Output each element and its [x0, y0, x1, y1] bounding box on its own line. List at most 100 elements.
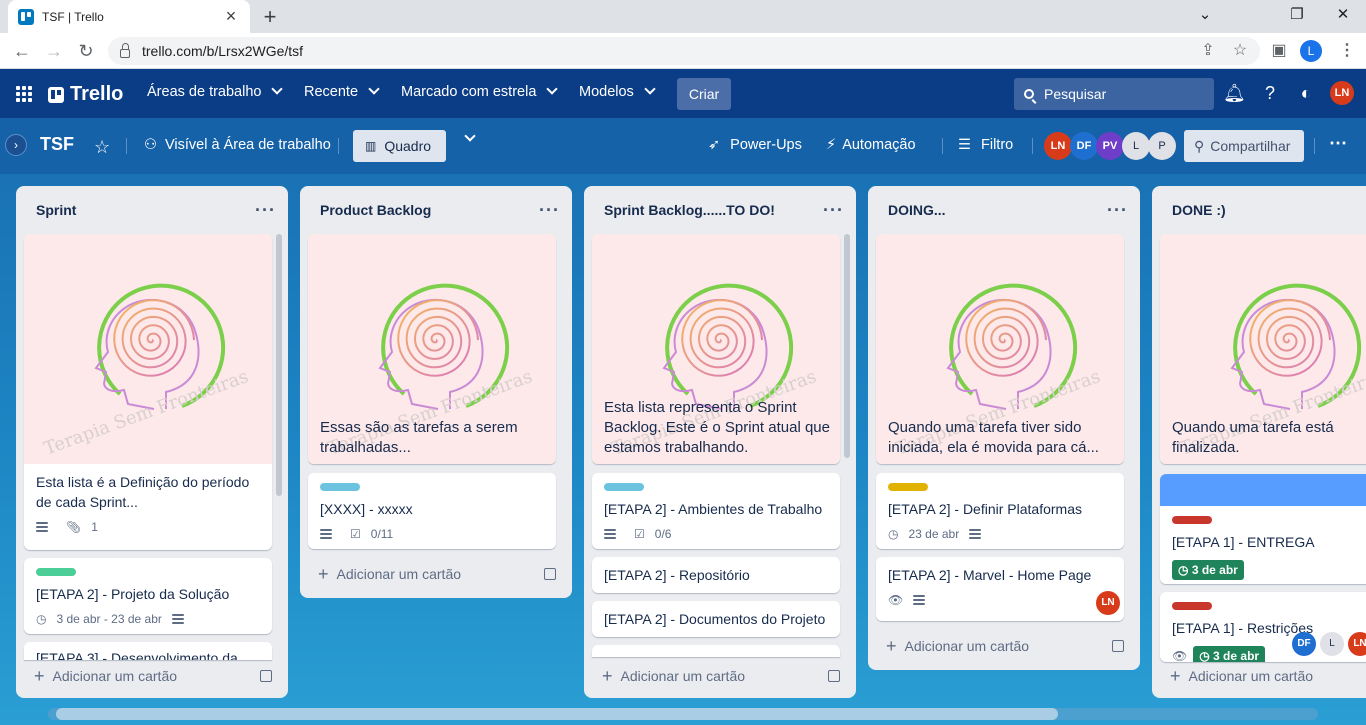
board-menu-icon[interactable]: ⋯ — [1329, 133, 1347, 154]
list-title[interactable]: Sprint — [36, 202, 76, 218]
browser-tab[interactable]: TSF | Trello × — [8, 0, 250, 33]
user-avatar[interactable]: LN — [1330, 81, 1354, 105]
view-label: Quadro — [384, 138, 432, 154]
member-avatar[interactable]: DF — [1070, 132, 1098, 160]
card-color-cover — [1160, 474, 1366, 506]
board-view-icon: ▥ — [365, 139, 377, 153]
nav-recent[interactable]: Recente — [304, 83, 380, 100]
share-button[interactable]: ⚲ Compartilhar — [1184, 130, 1304, 162]
list-description-card[interactable]: Terapia Sem Fronteiras Esta lista é a De… — [24, 234, 272, 550]
card[interactable]: [ETAPA 2] - Documentos do Projeto — [592, 601, 840, 637]
card-template-icon[interactable] — [1112, 640, 1124, 652]
nav-templates[interactable]: Modelos — [579, 83, 656, 100]
add-card-button[interactable]: + Adicionar um cartão — [1152, 658, 1366, 694]
member-avatar[interactable]: PV — [1096, 132, 1124, 160]
card-badges: ☑ 0/6 — [592, 523, 840, 549]
divider — [942, 138, 943, 154]
back-icon[interactable]: ← — [10, 39, 34, 63]
new-tab-icon[interactable]: + — [258, 4, 282, 30]
automation-button[interactable]: ⚡︎ Automação — [826, 137, 916, 153]
card-member-avatar[interactable]: L — [1320, 632, 1344, 656]
spiral — [965, 299, 1047, 377]
powerups-button[interactable]: ➶ Power-Ups — [708, 137, 802, 153]
card[interactable]: [ETAPA 2] - Projeto da Solução ◷ 3 de ab… — [24, 558, 272, 634]
sidebar-toggle-icon[interactable]: › — [5, 134, 27, 156]
list-scrollbar[interactable] — [844, 234, 850, 458]
filter-button[interactable]: ☰ Filtro — [958, 137, 1013, 153]
create-button[interactable]: Criar — [677, 78, 731, 110]
list-scrollbar[interactable] — [276, 234, 282, 496]
list-menu-icon[interactable]: ··· — [1107, 200, 1128, 221]
card[interactable]: [ETAPA 2] - Ambientes de Trabalho ☑ 0/6 — [592, 473, 840, 549]
nav-workspaces[interactable]: Áreas de trabalho — [147, 83, 284, 100]
list-title[interactable]: DONE :) — [1172, 202, 1226, 218]
card[interactable]: [XXXX] - xxxxx ☑ 0/11 — [308, 473, 556, 549]
attachment-icon: 📎︎ — [66, 520, 82, 534]
add-card-button[interactable]: + Adicionar um cartão — [868, 628, 1140, 664]
card-member-avatar[interactable]: LN — [1096, 591, 1120, 615]
board-header: › TSF ☆ ⚇ Visível à Área de trabalho ▥ Qua… — [0, 118, 1366, 174]
automation-label: Automação — [842, 137, 916, 153]
view-switcher-chevron[interactable] — [460, 130, 476, 143]
board-title[interactable]: TSF — [40, 134, 74, 155]
member-avatar[interactable]: LN — [1044, 132, 1072, 160]
list-menu-icon[interactable]: ··· — [255, 200, 276, 221]
list-description-card[interactable]: Terapia Sem Fronteiras Quando uma tarefa… — [1160, 234, 1366, 464]
forward-icon[interactable]: → — [42, 39, 66, 63]
share-page-icon[interactable]: ⇪ — [1197, 40, 1219, 60]
bookmark-star-icon[interactable]: ☆ — [1229, 40, 1251, 60]
list-title[interactable]: Sprint Backlog......TO DO! — [604, 202, 775, 218]
theme-icon[interactable]: ◐ — [1295, 82, 1317, 104]
help-icon[interactable]: ? — [1259, 82, 1281, 104]
trello-logo[interactable]: Trello — [48, 83, 123, 106]
list-menu-icon[interactable]: ··· — [539, 200, 560, 221]
card-member-avatar[interactable]: LN — [1348, 632, 1366, 656]
description-icon — [604, 527, 616, 541]
list-header: Sprint Backlog......TO DO! ··· — [584, 186, 856, 234]
browser-menu-icon[interactable]: ⋮ — [1336, 40, 1358, 60]
list-title[interactable]: DOING... — [888, 202, 946, 218]
member-avatar[interactable]: P — [1148, 132, 1176, 160]
list-description-card[interactable]: Terapia Sem Fronteiras Essas são as tare… — [308, 234, 556, 464]
list-title[interactable]: Product Backlog — [320, 202, 431, 218]
visibility-button[interactable]: ⚇ Visível à Área de trabalho — [144, 137, 331, 153]
close-tab-icon[interactable]: × — [222, 6, 240, 27]
search-input[interactable]: Pesquisar — [1014, 78, 1214, 110]
minimize-icon[interactable]: ⌄ — [1182, 2, 1228, 30]
card[interactable]: [ETAPA 2] - Definir Plataformas ◷ 23 de … — [876, 473, 1124, 549]
attachment-count: 1 — [91, 520, 98, 534]
card[interactable]: [ETAPA 2] - Repositório — [592, 557, 840, 593]
notifications-icon[interactable]: 🔔︎ — [1223, 82, 1246, 104]
star-board-icon[interactable]: ☆ — [94, 137, 110, 158]
card-label — [888, 483, 928, 491]
card-label — [1172, 516, 1212, 524]
card-member-avatar[interactable]: DF — [1292, 632, 1316, 656]
list-description-card[interactable]: Terapia Sem Fronteiras Quando uma tarefa… — [876, 234, 1124, 464]
side-panel-icon[interactable]: ▣ — [1268, 40, 1290, 60]
list-doing: DOING... ··· Terapia Sem Fronteiras Quan… — [868, 186, 1140, 670]
member-avatar[interactable]: L — [1122, 132, 1150, 160]
app-switcher-icon[interactable] — [16, 86, 32, 102]
reload-icon[interactable]: ↻ — [74, 39, 98, 63]
card-template-icon[interactable] — [544, 568, 556, 580]
restore-icon[interactable]: ❐ — [1274, 2, 1320, 30]
url-input[interactable]: trello.com/b/Lrsx2WGe/tsf — [108, 37, 1260, 65]
card[interactable]: [ETAPA 1] - Restrições 👁︎ ◷ 3 de abr DF … — [1160, 592, 1366, 662]
list-description-card[interactable]: Terapia Sem Fronteiras Esta lista repres… — [592, 234, 840, 464]
description-icon — [320, 527, 332, 541]
horizontal-scrollbar-thumb[interactable] — [56, 708, 1058, 720]
add-card-button[interactable]: + Adicionar um cartão — [300, 556, 572, 592]
browser-profile-avatar[interactable]: L — [1300, 40, 1322, 62]
view-board-button[interactable]: ▥ Quadro — [353, 130, 446, 162]
card[interactable]: [ETAPA 2] - Marvel - Home Page 👁︎ LN — [876, 557, 1124, 621]
list-menu-icon[interactable]: ··· — [823, 200, 844, 221]
card-template-icon[interactable] — [828, 670, 840, 682]
window-close-icon[interactable]: ✕ — [1320, 2, 1366, 30]
add-card-label: Adicionar um cartão — [336, 566, 462, 582]
card-template-icon[interactable] — [260, 670, 272, 682]
add-card-button[interactable]: + Adicionar um cartão — [16, 658, 288, 694]
card[interactable] — [592, 645, 840, 657]
card[interactable]: [ETAPA 1] - ENTREGA ◷ 3 de abr — [1160, 474, 1366, 584]
nav-starred[interactable]: Marcado com estrela — [401, 83, 559, 100]
add-card-button[interactable]: + Adicionar um cartão — [584, 658, 856, 694]
